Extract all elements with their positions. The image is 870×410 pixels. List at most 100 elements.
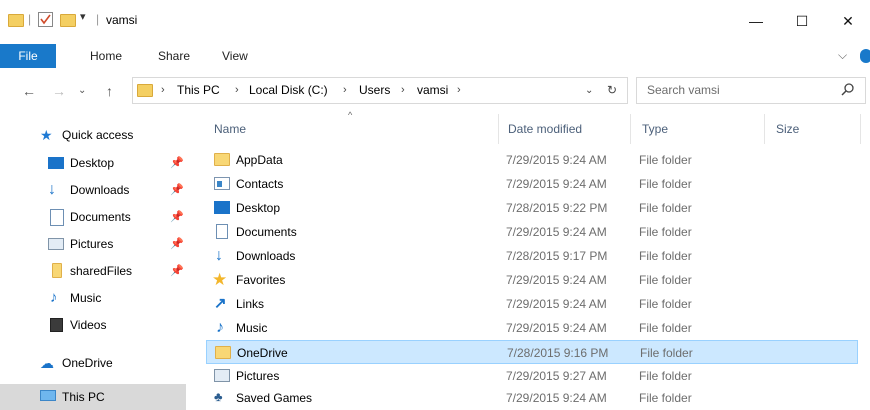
column-header-type[interactable]: Type (642, 114, 668, 144)
file-name: Music (236, 321, 268, 335)
pin-icon[interactable]: 📌 (170, 204, 184, 230)
close-button[interactable]: ✕ (826, 6, 870, 36)
file-date-modified: 7/29/2015 9:24 AM (506, 225, 607, 239)
column-divider[interactable] (498, 114, 499, 144)
nav-item-label: sharedFiles (70, 264, 133, 278)
folder-icon (214, 153, 230, 166)
breadcrumb-vamsi[interactable]: vamsi (417, 78, 448, 103)
contacts-icon (214, 177, 230, 190)
file-row-saved-games[interactable]: ♣ Saved Games 7/29/2015 9:24 AM File fol… (206, 386, 858, 410)
nav-quick-access[interactable]: ★ Quick access (0, 122, 186, 148)
column-header-name[interactable]: Name (214, 114, 246, 144)
column-header-size[interactable]: Size (776, 114, 799, 144)
file-row-onedrive[interactable]: OneDrive 7/28/2015 9:16 PM File folder (206, 340, 858, 364)
breadcrumb-separator-icon[interactable]: › (401, 78, 405, 103)
star-icon: ★ (212, 270, 228, 289)
file-date-modified: 7/29/2015 9:27 AM (506, 369, 607, 383)
nav-this-pc[interactable]: This PC (0, 384, 186, 410)
column-header-date-modified[interactable]: Date modified (508, 114, 582, 144)
new-folder-icon[interactable] (60, 14, 76, 27)
breadcrumb-separator-icon[interactable]: › (161, 78, 165, 103)
tab-home[interactable]: Home (90, 44, 122, 68)
nav-onedrive[interactable]: ☁ OneDrive (0, 350, 186, 376)
file-type: File folder (639, 273, 692, 287)
nav-item-videos[interactable]: Videos (0, 312, 186, 338)
file-name: AppData (236, 153, 283, 167)
minimize-button[interactable]: — (734, 6, 778, 36)
up-arrow-icon[interactable]: ↑ (106, 68, 113, 114)
download-arrow-icon: ↓ (48, 181, 56, 198)
nav-item-documents[interactable]: Documents 📌 (0, 204, 186, 230)
file-date-modified: 7/28/2015 9:17 PM (506, 249, 608, 263)
column-divider[interactable] (764, 114, 765, 144)
folder-icon (215, 346, 231, 359)
navigation-pane: ★ Quick access Desktop 📌 ↓ Downloads 📌 D… (0, 114, 200, 410)
search-box[interactable]: Search vamsi (636, 77, 866, 104)
properties-checkbox-icon[interactable] (38, 12, 53, 27)
file-type: File folder (639, 177, 692, 191)
tab-file[interactable]: File (0, 44, 56, 68)
file-row-documents[interactable]: Documents 7/29/2015 9:24 AM File folder (206, 220, 858, 244)
refresh-icon[interactable]: ↻ (607, 78, 617, 103)
file-type: File folder (639, 321, 692, 335)
music-note-icon: ♪ (216, 319, 224, 336)
nav-item-label: Videos (70, 318, 107, 332)
tab-share[interactable]: Share (158, 44, 190, 68)
nav-quick-access-label: Quick access (62, 128, 134, 142)
film-icon (50, 318, 63, 332)
help-icon[interactable] (860, 49, 870, 63)
file-row-pictures[interactable]: Pictures 7/29/2015 9:27 AM File folder (206, 364, 858, 388)
search-icon[interactable] (841, 82, 855, 96)
file-name: Desktop (236, 201, 281, 215)
ribbon-tabs: File Home Share View ⌵ (0, 44, 870, 69)
pin-icon[interactable]: 📌 (170, 177, 184, 203)
file-type: File folder (640, 346, 693, 360)
breadcrumb-users[interactable]: Users (359, 78, 390, 103)
pin-icon[interactable]: 📌 (170, 258, 184, 284)
quick-access-toolbar-dropdown-icon[interactable]: ▾ (80, 10, 86, 23)
document-icon (50, 209, 64, 226)
maximize-button[interactable]: ☐ (780, 6, 824, 36)
file-row-links[interactable]: ↗ Links 7/29/2015 9:24 AM File folder (206, 292, 858, 316)
file-row-appdata[interactable]: AppData 7/29/2015 9:24 AM File folder (206, 148, 858, 172)
nav-item-downloads[interactable]: ↓ Downloads 📌 (0, 177, 186, 203)
search-input[interactable]: Search vamsi (647, 78, 720, 103)
file-name: Favorites (236, 273, 286, 287)
window-title: vamsi (106, 13, 138, 27)
file-row-music[interactable]: ♪ Music 7/29/2015 9:24 AM File folder (206, 316, 858, 340)
desktop-icon (48, 157, 64, 169)
column-divider[interactable] (630, 114, 631, 144)
back-arrow-icon[interactable]: ← (22, 68, 36, 114)
expand-ribbon-chevron-icon[interactable]: ⌵ (838, 48, 847, 63)
file-name: Saved Games (236, 391, 313, 405)
document-icon (216, 224, 228, 239)
cloud-icon: ☁ (40, 355, 54, 371)
pin-icon[interactable]: 📌 (170, 231, 184, 257)
nav-item-desktop[interactable]: Desktop 📌 (0, 150, 186, 176)
recent-locations-chevron-icon[interactable]: ⌄ (78, 68, 86, 114)
file-row-desktop[interactable]: Desktop 7/28/2015 9:22 PM File folder (206, 196, 858, 220)
address-dropdown-chevron-icon[interactable]: ⌄ (585, 78, 593, 103)
tab-view[interactable]: View (222, 44, 248, 68)
file-row-downloads[interactable]: ↓ Downloads 7/28/2015 9:17 PM File folde… (206, 244, 858, 268)
address-bar[interactable]: › This PC › Local Disk (C:) › Users › va… (132, 77, 628, 104)
nav-item-pictures[interactable]: Pictures 📌 (0, 231, 186, 257)
nav-item-sharedfiles[interactable]: sharedFiles 📌 (0, 258, 186, 284)
sort-ascending-chevron-icon[interactable]: ^ (348, 110, 352, 120)
folder-icon (52, 263, 62, 278)
computer-icon (40, 390, 56, 401)
nav-item-music[interactable]: ♪ Music (0, 285, 186, 311)
file-row-favorites[interactable]: ★ Favorites 7/29/2015 9:24 AM File folde… (206, 268, 858, 292)
pin-icon[interactable]: 📌 (170, 150, 184, 176)
file-row-contacts[interactable]: Contacts 7/29/2015 9:24 AM File folder (206, 172, 858, 196)
forward-arrow-icon[interactable]: → (52, 68, 66, 114)
nav-item-label: Music (70, 291, 102, 305)
divider: | (96, 12, 100, 26)
breadcrumb-separator-icon[interactable]: › (457, 78, 461, 103)
column-divider[interactable] (860, 114, 861, 144)
breadcrumb-separator-icon[interactable]: › (343, 78, 347, 103)
breadcrumb-this-pc[interactable]: This PC (177, 78, 220, 103)
nav-item-label: Documents (70, 210, 131, 224)
breadcrumb-local-disk[interactable]: Local Disk (C:) (249, 78, 328, 103)
breadcrumb-separator-icon[interactable]: › (235, 78, 239, 103)
